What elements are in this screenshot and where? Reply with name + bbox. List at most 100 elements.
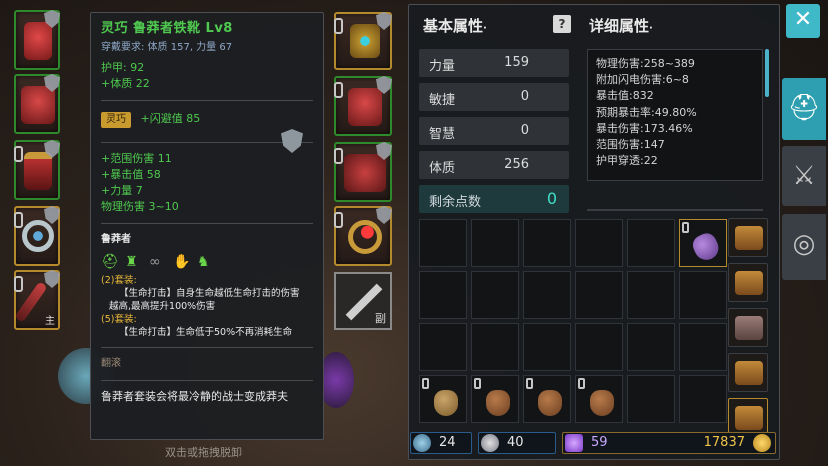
inventory-slot[interactable] [679, 219, 727, 267]
remaining-points-label: 剩余点数 [429, 195, 482, 210]
equip-slot-ring2[interactable] [334, 206, 392, 266]
inventory-slot[interactable] [679, 375, 727, 423]
lock-icon [14, 212, 23, 228]
inventory-slot[interactable] [523, 375, 571, 423]
inventory-slot[interactable] [627, 271, 675, 319]
affix-badge: 灵巧 [101, 112, 131, 128]
detail-scrollbar[interactable] [765, 49, 769, 97]
close-button[interactable]: ✕ [786, 4, 820, 38]
basic-attributes-title: 基本属性· [423, 17, 487, 35]
gem-icon [565, 434, 583, 452]
lock-icon [474, 378, 481, 389]
attr-row-agility: 敏捷 0 [419, 83, 569, 111]
mask-icon [481, 434, 499, 452]
lock-icon [334, 18, 343, 34]
attr-value: 256 [504, 157, 529, 172]
backpack-icon [735, 316, 763, 340]
equip-slot-gloves[interactable] [334, 76, 392, 136]
inventory-slot[interactable] [627, 219, 675, 267]
detailed-attributes-title: 详细属性· [589, 17, 653, 35]
bag-icon [434, 390, 458, 416]
tab-settings[interactable]: ◎ [782, 214, 826, 280]
backpack-icon [735, 226, 763, 250]
inventory-slot[interactable] [471, 323, 519, 371]
inventory-slot[interactable] [419, 375, 467, 423]
divider [101, 100, 313, 101]
bag-icon [538, 390, 562, 416]
shield-icon [376, 206, 392, 224]
crossed-swords-icon: ⚔ [792, 161, 816, 191]
tab-equipment[interactable]: ⛑ [782, 78, 826, 140]
ruby-ring-icon [348, 220, 382, 254]
unequip-hint: 双击或拖拽脱卸 [165, 446, 242, 459]
set-gloves-icon: ✋ [173, 254, 191, 270]
set2-line1: 【生命打击】自身生命越低生命打击的伤害 [119, 288, 300, 299]
remaining-points-value: 0 [546, 189, 557, 208]
set-pieces: ⛑ ♜ ∞ ✋ ♞ [101, 254, 313, 270]
equip-slot-legs[interactable] [14, 140, 60, 200]
helmet-icon: ⛑ [787, 93, 821, 123]
inventory-slot[interactable] [523, 219, 571, 267]
inventory-slot[interactable] [419, 219, 467, 267]
inventory-slot[interactable] [471, 271, 519, 319]
stat-box-1: 24 [410, 432, 472, 454]
inventory-slot[interactable] [523, 271, 571, 319]
lock-icon [422, 378, 429, 389]
gold-coin-icon [753, 434, 771, 452]
attr-value: 0 [520, 123, 529, 138]
backpack-icon [735, 406, 763, 430]
lock-icon [334, 82, 343, 98]
inventory-slot[interactable] [627, 375, 675, 423]
equip-slot-amulet[interactable] [334, 12, 392, 70]
gem-count: 59 [591, 435, 608, 450]
inventory-slot[interactable] [419, 271, 467, 319]
chest-armor-icon [21, 86, 55, 124]
bag-tab-4[interactable] [728, 353, 768, 392]
attr-value: 0 [520, 89, 529, 104]
equip-slot-weapon[interactable]: 主 [14, 270, 60, 330]
divider [101, 223, 313, 224]
legs-armor-icon [24, 152, 52, 190]
set-belt-icon: ∞ [149, 254, 161, 270]
attr-name: 智慧 [429, 127, 456, 142]
bag-tab-3[interactable] [728, 308, 768, 347]
equip-slot-helmet[interactable] [14, 10, 60, 70]
equip-slot-offhand[interactable]: 副 [334, 272, 392, 330]
bag-tab-1[interactable] [728, 218, 768, 257]
lock-icon [14, 146, 23, 162]
divider [101, 142, 313, 143]
ring-icon [22, 220, 54, 252]
stat-2-value: 40 [507, 435, 524, 450]
detail-stats-list[interactable]: 物理伤害:258~389 附加闪电伤害:6~8 暴击值:832 预期暴击率:49… [587, 49, 763, 181]
inventory-slot[interactable] [627, 323, 675, 371]
inventory-slot[interactable] [523, 323, 571, 371]
equip-slot-chest[interactable] [14, 74, 60, 134]
weapon-slot-tag: 主 [45, 316, 55, 327]
detail-stat: 预期暴击率:49.80% [596, 105, 697, 119]
shield-target-icon: ◎ [792, 229, 816, 259]
lock-icon [682, 222, 689, 233]
help-icon[interactable]: ? [553, 15, 571, 33]
bag-tab-2[interactable] [728, 263, 768, 302]
inventory-slot[interactable] [575, 375, 623, 423]
attr-name: 力量 [429, 59, 456, 74]
stats-inventory-panel: 基本属性· ? 详细属性· 力量 159 敏捷 0 智慧 0 体质 256 剩余… [408, 4, 780, 460]
set2-heading: (2)套装: [101, 275, 137, 286]
inventory-slot[interactable] [575, 219, 623, 267]
inventory-slot[interactable] [471, 219, 519, 267]
attr-row-constitution: 体质 256 [419, 151, 569, 179]
equip-slot-boots[interactable] [334, 142, 392, 202]
inventory-slot[interactable] [575, 271, 623, 319]
inventory-slot[interactable] [471, 375, 519, 423]
inventory-slot[interactable] [679, 271, 727, 319]
inventory-slot[interactable] [419, 323, 467, 371]
inventory-slot[interactable] [575, 323, 623, 371]
inventory-slot[interactable] [679, 323, 727, 371]
flavor-text: 鲁莽者套装会将最冷静的战士变成莽夫 [101, 390, 288, 403]
lock-icon [334, 212, 343, 228]
tab-skills[interactable]: ⚔ [782, 146, 826, 206]
set-helmet-icon: ⛑ [101, 254, 119, 270]
equip-slot-ring[interactable] [14, 206, 60, 266]
gloves-icon [348, 88, 382, 126]
item-requirement: 穿戴要求: 体质 157, 力量 67 [101, 42, 233, 53]
